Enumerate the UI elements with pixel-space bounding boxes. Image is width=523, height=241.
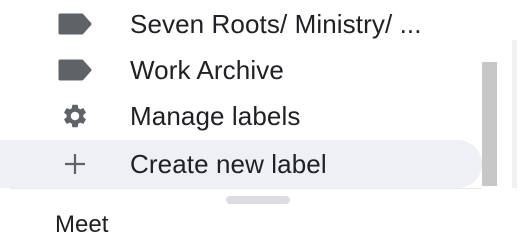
label-item-text: Work Archive xyxy=(130,54,284,85)
label-icon xyxy=(55,4,95,44)
label-item-text: Seven Roots/ Ministry/ ... xyxy=(130,8,422,39)
gmail-sidebar-panel: Seven Roots/ Ministry/ ... Work Archive … xyxy=(0,0,523,241)
meet-section-title: Meet xyxy=(55,211,109,238)
resize-handle[interactable] xyxy=(226,196,290,204)
outer-scrollbar-track xyxy=(512,40,517,188)
label-item-work-archive[interactable]: Work Archive xyxy=(0,46,482,94)
create-new-label-button[interactable]: Create new label xyxy=(0,140,482,188)
gear-icon xyxy=(55,96,95,136)
manage-labels-label: Manage labels xyxy=(130,100,301,131)
create-new-label-label: Create new label xyxy=(130,148,327,179)
plus-icon xyxy=(55,144,95,184)
label-icon xyxy=(55,50,95,90)
manage-labels-item[interactable]: Manage labels xyxy=(0,92,482,140)
label-item-seven-roots[interactable]: Seven Roots/ Ministry/ ... xyxy=(0,0,482,48)
scrollbar-thumb[interactable] xyxy=(482,62,497,186)
section-divider xyxy=(10,188,482,189)
